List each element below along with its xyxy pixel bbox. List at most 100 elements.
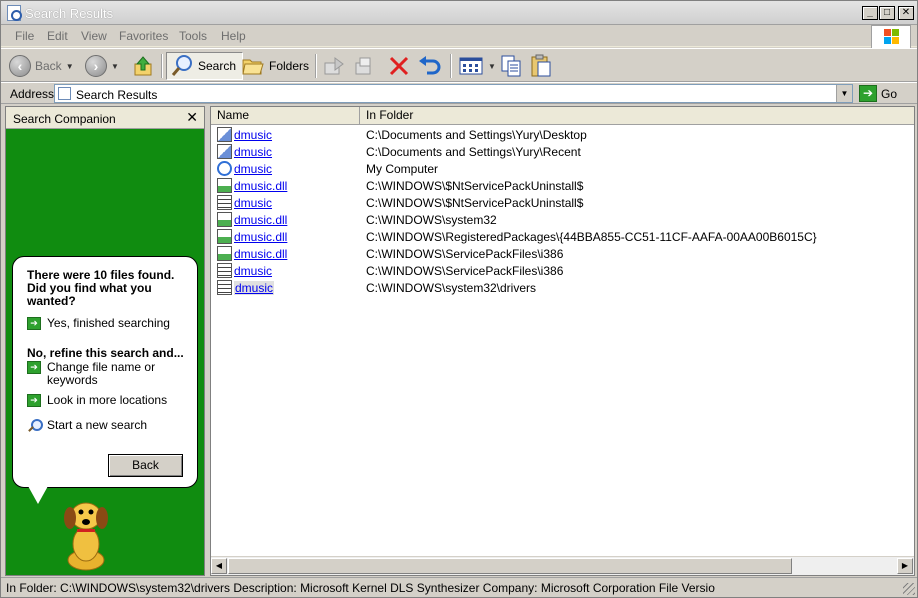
address-value: Search Results [76, 88, 158, 102]
copy-to-button[interactable] [353, 52, 377, 80]
chevron-down-icon: ▼ [488, 61, 496, 71]
search-companion-title: Search Companion [13, 112, 116, 126]
forward-arrow-icon: › [85, 55, 107, 77]
search-companion-header: Search Companion ✕ [6, 107, 204, 129]
table-row-selected[interactable]: dmusic C:\WINDOWS\system32\drivers [211, 279, 914, 296]
file-name[interactable]: dmusic [234, 264, 272, 278]
menu-edit[interactable]: Edit [47, 29, 68, 43]
change-file-name-link[interactable]: ➔ Change file name or keywords [27, 361, 177, 387]
table-row[interactable]: dmusic C:\WINDOWS\ServicePackFiles\i386 [211, 262, 914, 279]
maximize-button[interactable]: □ [879, 6, 895, 20]
search-results-icon [58, 87, 71, 100]
close-pane-icon[interactable]: ✕ [186, 109, 198, 126]
table-row[interactable]: dmusic C:\WINDOWS\$NtServicePackUninstal… [211, 194, 914, 211]
window-title: Search Results [25, 6, 114, 21]
results-question: There were 10 files found. Did you find … [27, 268, 175, 308]
chevron-down-icon: ▼ [111, 61, 119, 71]
table-row[interactable]: dmusic C:\Documents and Settings\Yury\De… [211, 126, 914, 143]
menu-file[interactable]: File [15, 29, 34, 43]
sys-file-icon [217, 263, 232, 278]
delete-button[interactable] [387, 52, 411, 80]
minimize-button[interactable]: _ [862, 6, 878, 20]
address-input[interactable]: Search Results ▼ [54, 84, 853, 103]
move-to-button[interactable] [323, 52, 347, 80]
undo-button[interactable] [417, 52, 443, 80]
column-header-name[interactable]: Name [211, 107, 360, 125]
search-companion-body: There were 10 files found. Did you find … [6, 129, 204, 575]
resize-grip-icon[interactable] [903, 583, 915, 595]
yes-finished-link[interactable]: ➔ Yes, finished searching [27, 317, 170, 330]
file-folder: C:\WINDOWS\RegisteredPackages\{44BBA855-… [366, 230, 817, 244]
back-arrow-icon: ‹ [9, 55, 31, 77]
results-list: Name In Folder dmusic C:\Documents and S… [210, 106, 915, 576]
yes-finished-label: Yes, finished searching [47, 316, 170, 330]
table-row[interactable]: dmusic.dll C:\WINDOWS\ServicePackFiles\i… [211, 245, 914, 262]
go-button[interactable]: ➔ Go [859, 85, 897, 102]
paste-button[interactable] [529, 52, 553, 80]
shortcut-icon [217, 127, 232, 142]
toolbar-separator [450, 54, 452, 78]
close-button[interactable]: ✕ [898, 6, 914, 20]
dll-icon [217, 246, 232, 261]
scroll-right-button[interactable]: ▶ [897, 558, 913, 574]
start-new-search-link[interactable]: Start a new search [27, 419, 147, 433]
file-name[interactable]: dmusic [234, 145, 272, 159]
file-folder: C:\WINDOWS\system32 [366, 213, 497, 227]
table-row[interactable]: dmusic C:\Documents and Settings\Yury\Re… [211, 143, 914, 160]
copy-to-icon [355, 57, 371, 75]
sys-file-icon [217, 195, 232, 210]
dll-icon [217, 229, 232, 244]
table-row[interactable]: dmusic My Computer [211, 160, 914, 177]
back-button[interactable]: ‹ Back ▼ [9, 52, 74, 80]
folders-button[interactable]: Folders [241, 52, 309, 80]
up-folder-icon [134, 56, 152, 76]
file-name[interactable]: dmusic.dll [234, 247, 287, 261]
file-name[interactable]: dmusic.dll [234, 179, 287, 193]
file-name[interactable]: dmusic [234, 196, 272, 210]
move-to-icon [324, 57, 344, 75]
toolbar-separator [161, 54, 163, 78]
ie-icon [217, 161, 232, 176]
views-icon [459, 57, 483, 75]
green-arrow-icon: ➔ [27, 317, 41, 330]
status-text: In Folder: C:\WINDOWS\system32\drivers D… [6, 581, 715, 595]
toolbar: ‹ Back ▼ › ▼ Search Folders ▼ [1, 48, 917, 82]
menu-help[interactable]: Help [221, 29, 246, 43]
up-folder-button[interactable] [132, 52, 154, 80]
copy-icon [501, 55, 521, 77]
table-row[interactable]: dmusic.dll C:\WINDOWS\system32 [211, 211, 914, 228]
address-dropdown-button[interactable]: ▼ [836, 85, 852, 102]
companion-back-button[interactable]: Back [108, 454, 183, 477]
look-more-locations-label: Look in more locations [47, 393, 168, 407]
title-bar[interactable]: Search Results _ □ ✕ [1, 1, 917, 25]
search-label: Search [198, 59, 237, 73]
views-button[interactable]: ▼ [458, 52, 496, 80]
scroll-left-button[interactable]: ◀ [211, 558, 227, 574]
table-row[interactable]: dmusic.dll C:\WINDOWS\RegisteredPackages… [211, 228, 914, 245]
look-more-locations-link[interactable]: ➔ Look in more locations [27, 394, 167, 407]
table-row[interactable]: dmusic.dll C:\WINDOWS\$NtServicePackUnin… [211, 177, 914, 194]
copy-button[interactable] [499, 52, 523, 80]
search-button[interactable]: Search [166, 52, 244, 80]
back-label: Back [35, 59, 62, 73]
address-label: Address [10, 87, 55, 101]
folders-icon [242, 59, 264, 75]
column-header-in-folder[interactable]: In Folder [360, 107, 914, 125]
scrollbar-thumb[interactable] [228, 558, 792, 574]
change-file-name-label: Change file name or keywords [47, 360, 156, 387]
file-folder: My Computer [366, 162, 439, 176]
forward-button[interactable]: › ▼ [85, 52, 119, 80]
go-arrow-icon: ➔ [859, 85, 877, 102]
file-name[interactable]: dmusic.dll [234, 213, 287, 227]
magnifier-icon [27, 419, 43, 433]
undo-icon [419, 56, 441, 75]
file-folder: C:\WINDOWS\ServicePackFiles\i386 [366, 247, 564, 261]
horizontal-scrollbar[interactable]: ◀ ▶ [211, 556, 914, 575]
file-name[interactable]: dmusic [234, 281, 275, 295]
menu-view[interactable]: View [81, 29, 107, 43]
file-name[interactable]: dmusic [234, 162, 272, 176]
file-name[interactable]: dmusic [234, 128, 272, 142]
menu-tools[interactable]: Tools [179, 29, 207, 43]
file-name[interactable]: dmusic.dll [234, 230, 287, 244]
menu-favorites[interactable]: Favorites [119, 29, 168, 43]
